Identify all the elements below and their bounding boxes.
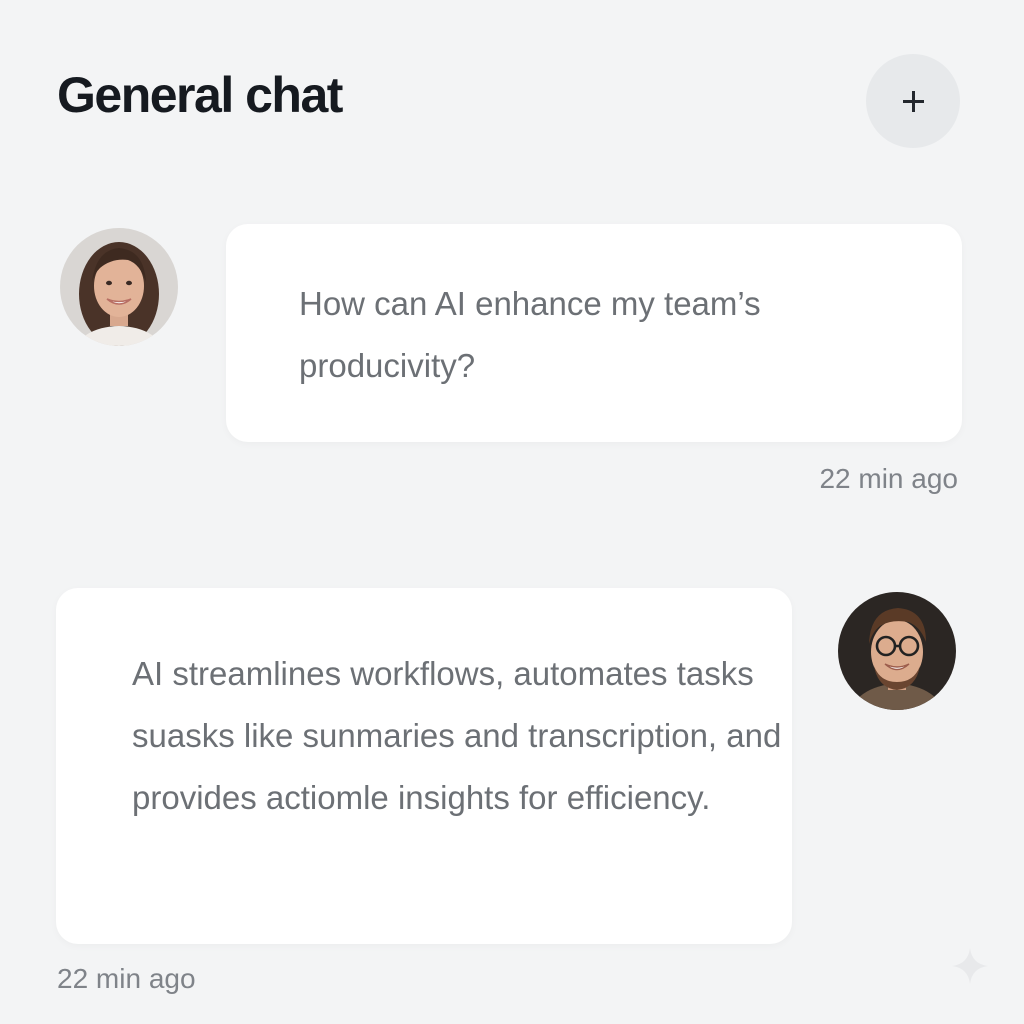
message-bubble-outgoing: AI streamlines workflows, automates task…: [56, 588, 792, 944]
chat-screen: General chat How can AI enhance my team’…: [0, 0, 1024, 1024]
avatar[interactable]: [838, 592, 956, 710]
sparkle-icon: [952, 948, 988, 984]
chat-header: General chat: [0, 0, 1024, 200]
message-timestamp: 22 min ago: [819, 463, 958, 494]
message-text: How can AI enhance my team’s producivity…: [299, 285, 761, 384]
woman-avatar-icon: [60, 228, 178, 346]
message-timestamp: 22 min ago: [57, 963, 196, 994]
avatar[interactable]: [60, 228, 178, 346]
man-avatar-icon: [838, 592, 956, 710]
new-chat-button[interactable]: [866, 54, 960, 148]
page-title: General chat: [57, 67, 343, 123]
message-bubble-incoming: How can AI enhance my team’s producivity…: [226, 224, 962, 442]
message-text: AI streamlines workflows, automates task…: [132, 655, 782, 816]
